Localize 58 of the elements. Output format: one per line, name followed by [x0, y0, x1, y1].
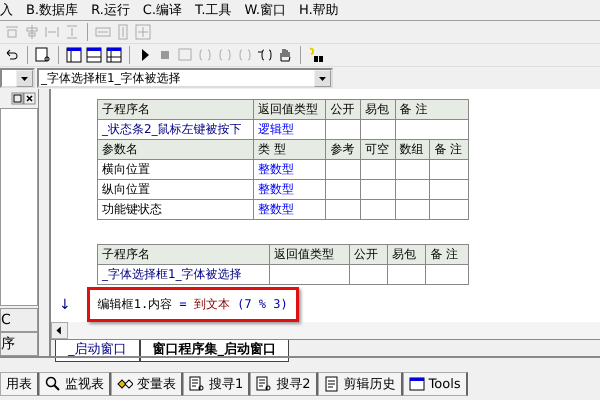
table-header: 易包 — [360, 100, 396, 120]
table-cell: 横向位置 — [98, 160, 254, 180]
menu-item[interactable]: H.帮助 — [299, 1, 339, 19]
panel-tab[interactable]: 用表 — [0, 372, 39, 396]
scroll-left-button[interactable] — [51, 322, 68, 339]
table-header: 备 注 — [426, 244, 468, 264]
menu-item[interactable]: T.工具 — [194, 1, 232, 19]
table-cell: 整数型 — [254, 160, 326, 180]
table-header: 子程序名 — [98, 244, 270, 264]
table-header: 数组 — [395, 140, 430, 160]
caret-icon[interactable] — [16, 70, 33, 86]
panel-tab[interactable]: 序 — [0, 332, 38, 356]
menu-item[interactable]: B.数据库 — [26, 1, 78, 19]
table-cell: 功能键状态 — [98, 200, 254, 220]
panel-tab[interactable]: 搜寻2 — [250, 372, 318, 396]
panel-tab[interactable]: 搜寻1 — [183, 372, 250, 396]
table-header: 易包 — [388, 244, 426, 264]
document-magnifier-icon — [256, 376, 272, 392]
table-header: 子程序名 — [98, 100, 254, 120]
menu-item[interactable]: C.编译 — [142, 1, 182, 19]
layout-icon[interactable] — [86, 47, 102, 63]
table-header: 类 型 — [254, 140, 326, 160]
table-header: 返回值类型 — [254, 100, 326, 120]
table-header: 返回值类型 — [270, 244, 350, 264]
table-cell: 整数型 — [254, 200, 326, 220]
panel-tab[interactable]: 变量表 — [111, 372, 183, 396]
table-header: 公开 — [326, 100, 361, 120]
braces-icon[interactable] — [257, 47, 273, 63]
document-magnifier-icon — [189, 376, 205, 392]
code-editor[interactable]: 子程序名 返回值类型 公开 易包 备 注 _状态条2_鼠标左键被按下 逻辑型 参数名 类 型 参考 可空 数组 备 注 横向位置 整数型 纵向位置 整数型 功能键状态 整数型 子程序名 返回值类型 公开 易包 备 注 _字体选择框1_字体被选择 ↓ 编辑框1.内容 = 到文本 (7 % 3) — [51, 89, 600, 322]
table-cell: 整数型 — [254, 180, 326, 200]
editor-tab[interactable]: 窗口程序集_启动窗口 — [140, 340, 289, 362]
editor-tab[interactable]: _启动窗口 — [55, 340, 140, 362]
table-header: 参数名 — [98, 140, 254, 160]
panel-tab[interactable]: 监视表 — [39, 372, 111, 396]
dropdown-field[interactable]: _字体选择框1_字体被选择 — [37, 68, 333, 88]
layout-icon[interactable] — [106, 47, 122, 63]
table-header: 公开 — [349, 244, 388, 264]
table-header: 可空 — [360, 140, 396, 160]
find-icon[interactable] — [35, 47, 51, 63]
table-cell: _字体选择框1_字体被选择 — [98, 264, 270, 284]
panel-tab[interactable]: C — [0, 308, 38, 332]
table-header: 备 注 — [430, 140, 468, 160]
menu-item[interactable]: W.窗口 — [244, 1, 286, 19]
panel-tab[interactable]: 剪辑历史 — [318, 372, 403, 396]
caret-icon[interactable] — [314, 70, 331, 86]
panel-tab[interactable]: Tools — [402, 372, 468, 396]
menu-item[interactable]: 入 — [0, 1, 13, 19]
document-icon — [324, 376, 340, 392]
menu-item[interactable]: R.运行 — [91, 1, 130, 19]
window-icon — [408, 376, 425, 392]
table-header: 参考 — [326, 140, 361, 160]
table-cell: 纵向位置 — [98, 180, 254, 200]
layout-icon[interactable] — [66, 47, 82, 63]
table-header: 备 注 — [395, 100, 468, 120]
dropdown-field[interactable] — [0, 68, 35, 88]
search-icon — [45, 376, 61, 392]
arrow-icon: ↓ — [59, 296, 71, 312]
